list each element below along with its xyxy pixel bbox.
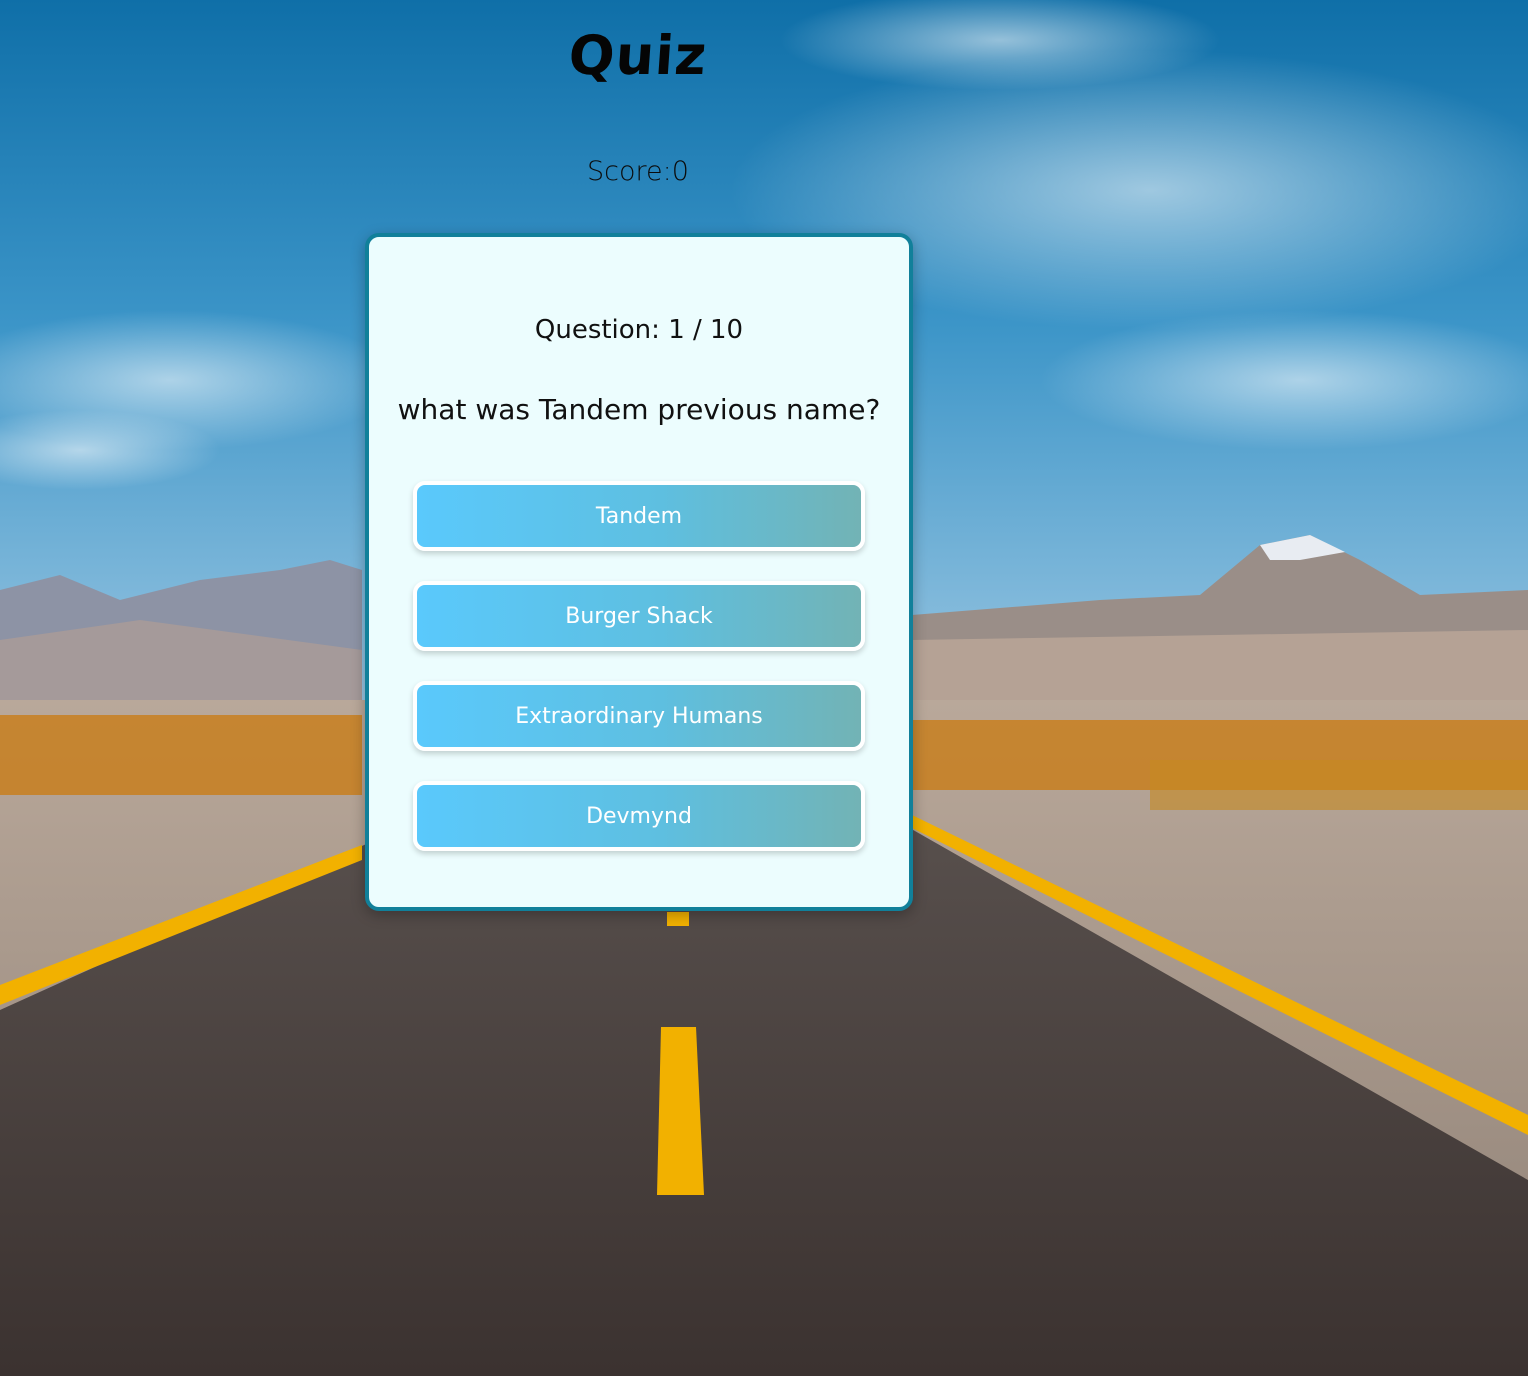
answer-button[interactable]: Extraordinary Humans bbox=[413, 681, 865, 751]
question-text: what was Tandem previous name? bbox=[397, 393, 881, 426]
answer-button[interactable]: Devmynd bbox=[413, 781, 865, 851]
answer-button[interactable]: Burger Shack bbox=[413, 581, 865, 651]
question-counter: Question: 1 / 10 bbox=[534, 315, 744, 345]
score-label: Score:0 bbox=[587, 156, 689, 187]
answer-button[interactable]: Tandem bbox=[413, 481, 865, 551]
quiz-card: Question: 1 / 10 what was Tandem previou… bbox=[365, 233, 913, 911]
answer-list: Tandem Burger Shack Extraordinary Humans… bbox=[413, 481, 871, 881]
page-title: Quiz bbox=[566, 24, 710, 87]
